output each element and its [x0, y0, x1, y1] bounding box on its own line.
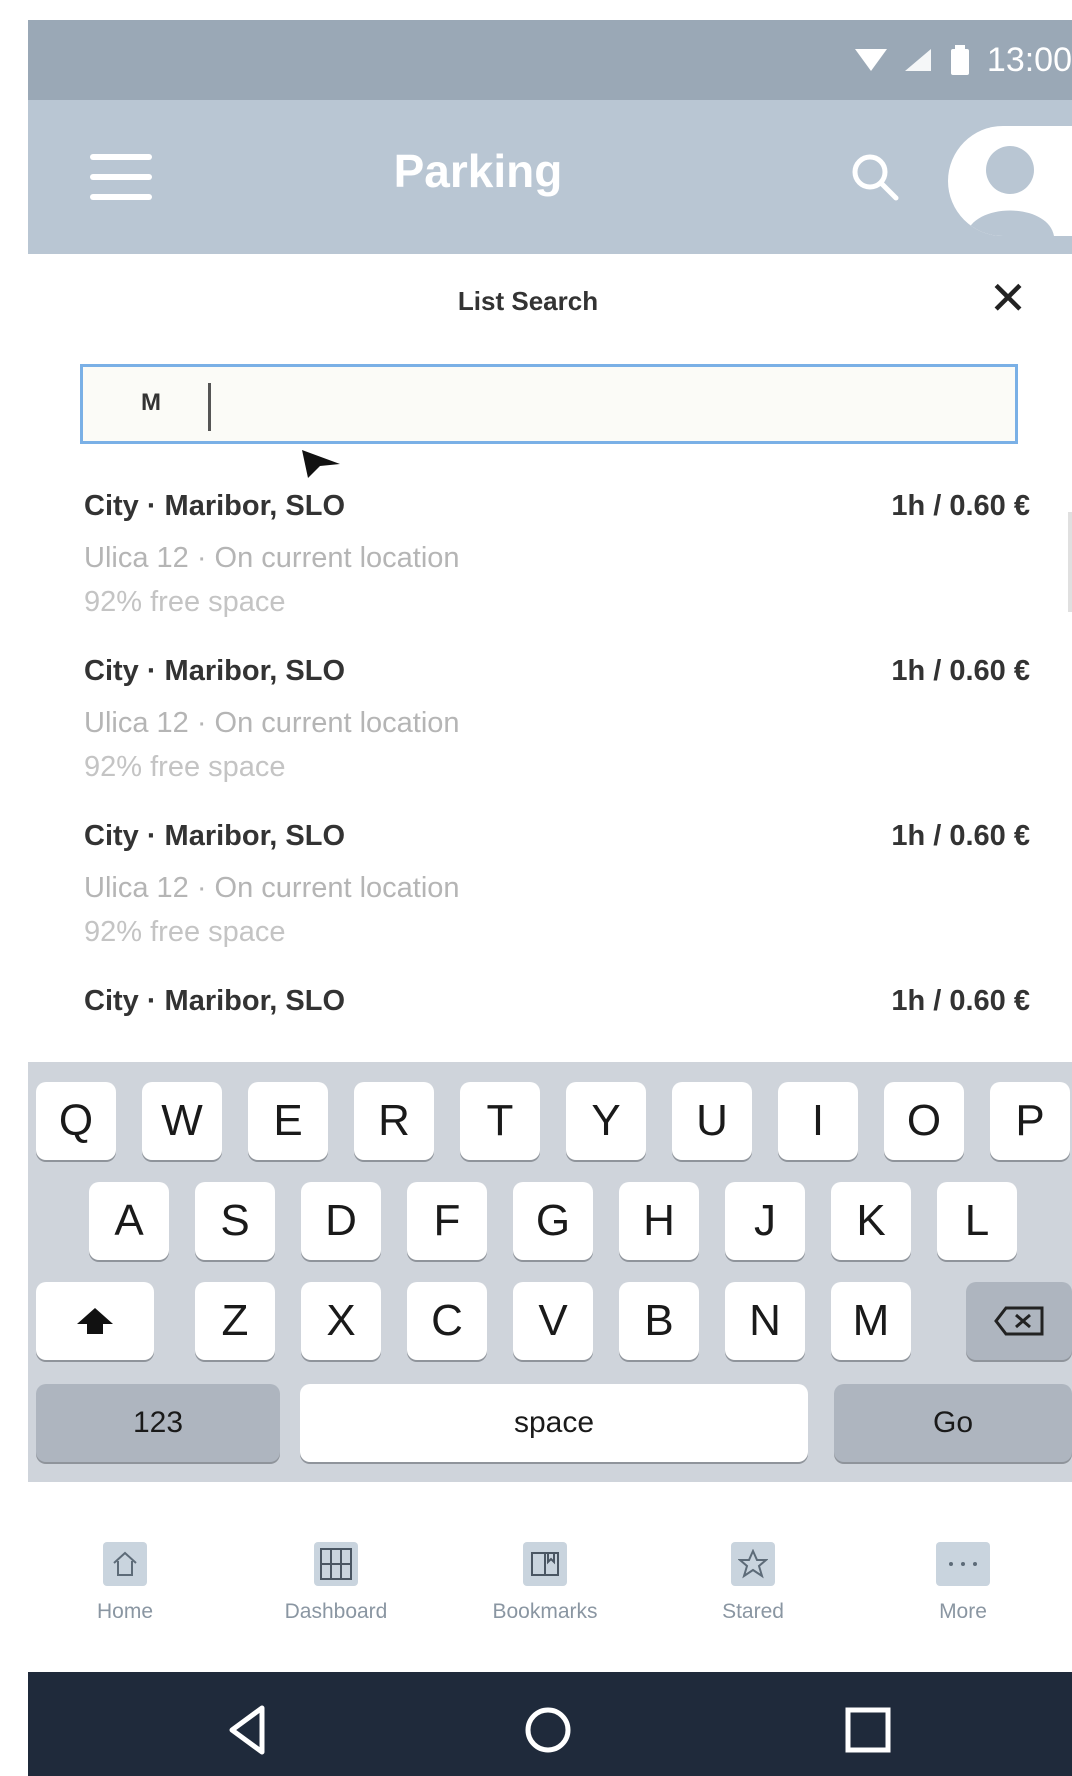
search-icon[interactable]: [848, 150, 904, 206]
phone-screen: 13:00 Parking List Search ✕ M City · Mar…: [28, 20, 1072, 1776]
menu-icon[interactable]: [90, 154, 152, 200]
key-n[interactable]: N: [725, 1282, 805, 1360]
result-address: Ulica 12 · On current location: [84, 707, 460, 739]
key-w[interactable]: W: [142, 1082, 222, 1160]
nav-item-stared[interactable]: Stared: [678, 1542, 828, 1624]
nav-item-more[interactable]: More: [888, 1542, 1038, 1624]
list-item[interactable]: City · Maribor, SLO 1h / 0.60 € Ulica 12…: [84, 820, 1030, 970]
key-f[interactable]: F: [407, 1182, 487, 1260]
key-g[interactable]: G: [513, 1182, 593, 1260]
close-button[interactable]: ✕: [988, 275, 1028, 321]
status-time: 13:00: [986, 40, 1072, 79]
list-item[interactable]: City · Maribor, SLO 1h / 0.60 € Ulica 12…: [84, 655, 1030, 805]
recents-icon[interactable]: [838, 1700, 898, 1760]
result-title: City · Maribor, SLO: [84, 655, 346, 687]
key-o[interactable]: O: [884, 1082, 964, 1160]
nav-item-dashboard[interactable]: Dashboard: [261, 1542, 411, 1624]
key-t[interactable]: T: [460, 1082, 540, 1160]
list-item[interactable]: City · Maribor, SLO 1h / 0.60 € Ulica 12…: [84, 490, 1030, 640]
nav-label: Stared: [722, 1600, 784, 1623]
status-icons: 13:00: [854, 20, 1072, 100]
back-icon[interactable]: [218, 1700, 278, 1760]
signal-icon: [904, 49, 931, 71]
panel-title: List Search: [457, 286, 599, 316]
home-circle-icon[interactable]: [518, 1700, 578, 1760]
key-e[interactable]: E: [248, 1082, 328, 1160]
on-screen-keyboard: Q W E R T Y U I O P A S D F G H J K L Z …: [28, 1062, 1072, 1482]
page-title: Parking: [393, 145, 563, 197]
key-k[interactable]: K: [831, 1182, 911, 1260]
home-icon: [103, 1542, 147, 1586]
battery-icon: [950, 45, 969, 75]
result-address: Ulica 12 · On current location: [84, 542, 460, 574]
backspace-key[interactable]: [966, 1282, 1072, 1360]
key-z[interactable]: Z: [195, 1282, 275, 1360]
key-r[interactable]: R: [354, 1082, 434, 1160]
result-free-space: 92% free space: [84, 916, 286, 948]
shift-key[interactable]: [36, 1282, 154, 1360]
key-i[interactable]: I: [778, 1082, 858, 1160]
more-icon: [936, 1542, 990, 1586]
bottom-navigation: Home Dashboard Bookmarks Stared More: [28, 1482, 1072, 1672]
key-u[interactable]: U: [672, 1082, 752, 1160]
key-h[interactable]: H: [619, 1182, 699, 1260]
key-s[interactable]: S: [195, 1182, 275, 1260]
system-navigation-bar: [28, 1672, 1072, 1776]
status-bar: 13:00: [28, 20, 1072, 100]
result-title: City · Maribor, SLO: [84, 490, 346, 522]
scrollbar[interactable]: [1068, 512, 1072, 612]
result-free-space: 92% free space: [84, 751, 286, 783]
key-x[interactable]: X: [301, 1282, 381, 1360]
key-j[interactable]: J: [725, 1182, 805, 1260]
key-y[interactable]: Y: [566, 1082, 646, 1160]
mouse-pointer-icon: [302, 450, 340, 478]
text-caret: [208, 383, 211, 431]
backspace-icon: [994, 1306, 1044, 1336]
nav-label: More: [939, 1600, 987, 1623]
space-key[interactable]: space: [300, 1384, 808, 1462]
key-l[interactable]: L: [937, 1182, 1017, 1260]
result-price: 1h / 0.60 €: [891, 490, 1030, 522]
grid-icon: [314, 1542, 358, 1586]
app-bar: Parking: [28, 100, 1072, 254]
search-input[interactable]: M: [80, 364, 1018, 444]
nav-label: Dashboard: [284, 1600, 388, 1623]
result-price: 1h / 0.60 €: [891, 655, 1030, 687]
result-price: 1h / 0.60 €: [891, 985, 1030, 1017]
key-p[interactable]: P: [990, 1082, 1070, 1160]
numbers-key[interactable]: 123: [36, 1384, 280, 1462]
avatar[interactable]: [948, 126, 1072, 236]
key-v[interactable]: V: [513, 1282, 593, 1360]
key-m[interactable]: M: [831, 1282, 911, 1360]
user-avatar-icon: [966, 146, 1054, 236]
book-icon: [523, 1542, 567, 1586]
nav-item-bookmarks[interactable]: Bookmarks: [470, 1542, 620, 1624]
result-price: 1h / 0.60 €: [891, 820, 1030, 852]
nav-item-home[interactable]: Home: [50, 1542, 200, 1624]
search-input-value: M: [141, 389, 161, 416]
key-b[interactable]: B: [619, 1282, 699, 1360]
result-address: Ulica 12 · On current location: [84, 872, 460, 904]
key-q[interactable]: Q: [36, 1082, 116, 1160]
nav-label: Home: [96, 1600, 154, 1623]
result-title: City · Maribor, SLO: [84, 820, 346, 852]
nav-label: Bookmarks: [492, 1600, 598, 1623]
wifi-icon: [854, 49, 887, 71]
key-c[interactable]: C: [407, 1282, 487, 1360]
result-free-space: 92% free space: [84, 586, 286, 618]
star-icon: [731, 1542, 775, 1586]
key-d[interactable]: D: [301, 1182, 381, 1260]
list-item[interactable]: City · Maribor, SLO 1h / 0.60 €: [84, 985, 1030, 1035]
go-key[interactable]: Go: [834, 1384, 1072, 1462]
result-title: City · Maribor, SLO: [84, 985, 346, 1017]
shift-arrow-icon: [77, 1308, 113, 1334]
key-a[interactable]: A: [89, 1182, 169, 1260]
